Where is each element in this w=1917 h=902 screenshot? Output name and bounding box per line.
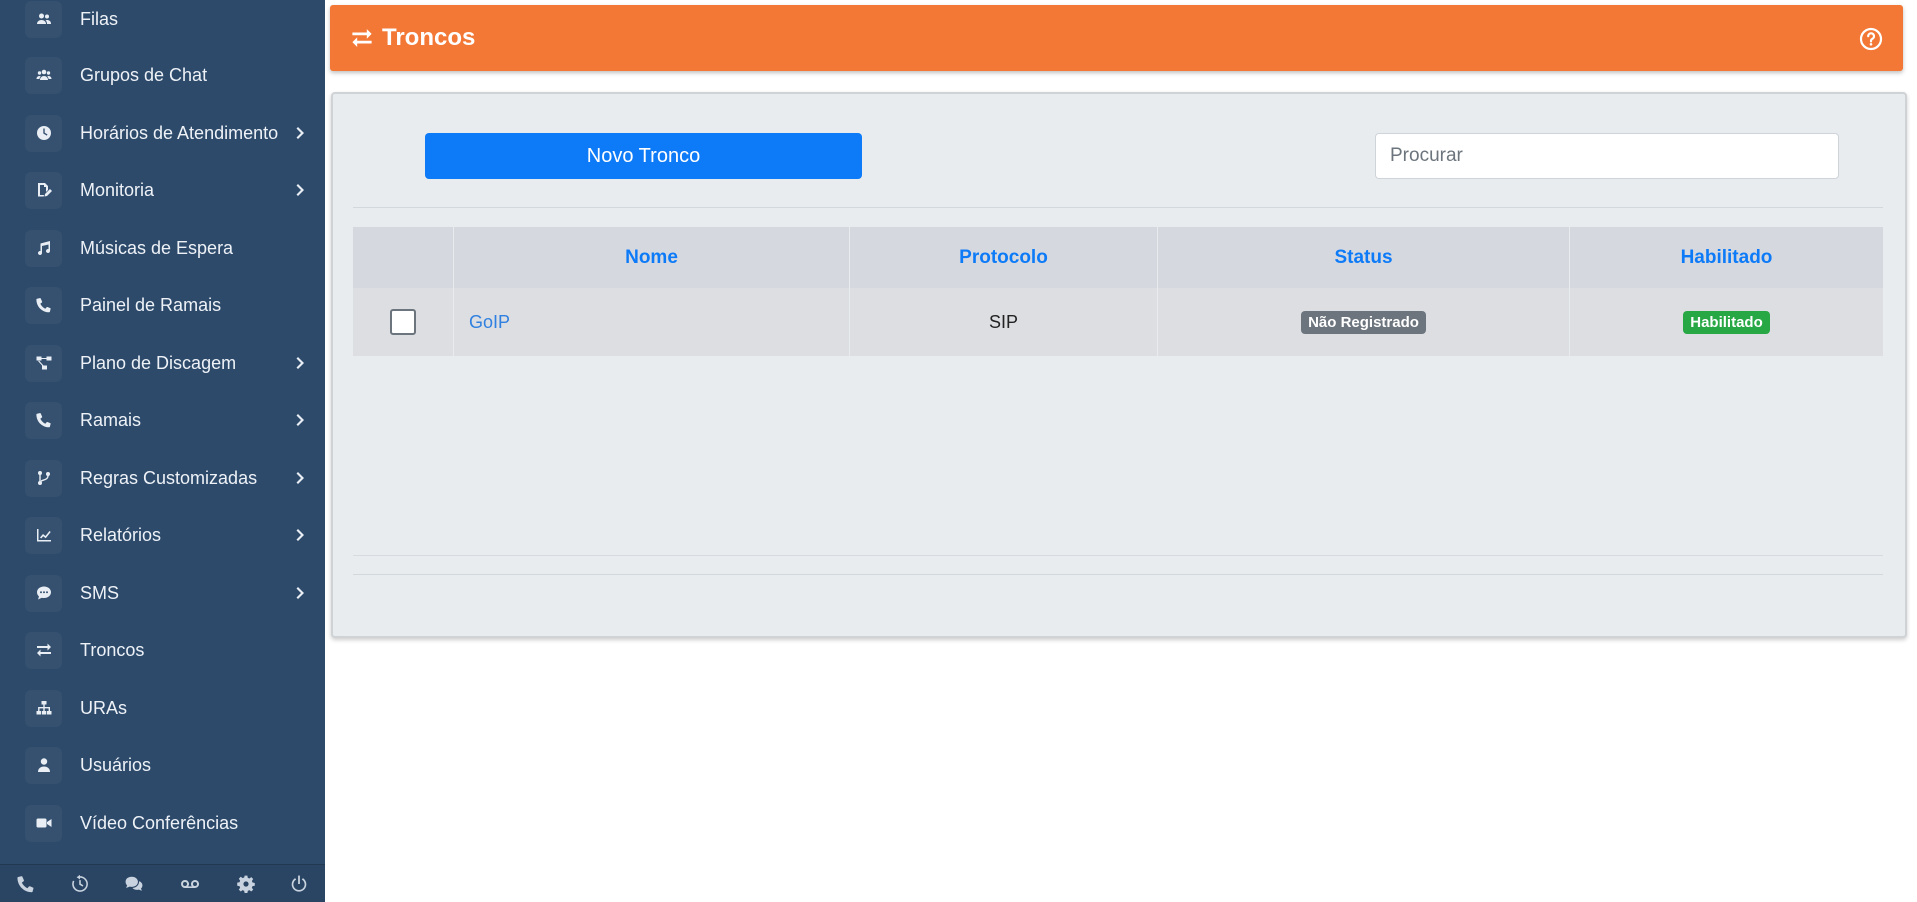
row-select-cell [353,288,454,356]
sidebar-item-label: Músicas de Espera [80,237,234,258]
sidebar: Filas Grupos de Chat Horários de Atendim… [0,0,325,902]
sidebar-item-regras[interactable]: Regras Customizadas [0,453,325,503]
column-header-select [353,227,454,288]
sidebar-item-plano-discagem[interactable]: Plano de Discagem [0,338,325,388]
exchange-icon [25,631,62,669]
sidebar-item-horarios[interactable]: Horários de Atendimento [0,108,325,158]
sidebar-item-label: Filas [80,8,119,29]
chevron-right-icon [296,126,306,140]
project-diagram-icon [25,344,62,382]
sidebar-item-relatorios[interactable]: Relatórios [0,510,325,560]
clock-icon [25,114,62,152]
table-row[interactable]: GoIP SIP Não Registrado Habilitado [353,288,1883,356]
power-icon[interactable] [288,873,310,895]
sidebar-item-label: Painel de Ramais [80,294,222,315]
sidebar-item-label: Monitoria [80,179,155,200]
comments-icon[interactable] [123,873,145,895]
column-header-status[interactable]: Status [1157,227,1570,288]
sidebar-item-musicas[interactable]: Músicas de Espera [0,223,325,273]
protocolo-cell: SIP [849,288,1158,356]
column-header-habilitado[interactable]: Habilitado [1569,227,1883,288]
sidebar-item-label: Regras Customizadas [80,467,258,488]
sidebar-item-filas[interactable]: Filas [0,0,325,44]
chart-line-icon [25,516,62,554]
sidebar-item-grupos-de-chat[interactable]: Grupos de Chat [0,50,325,100]
main-panel: Novo Tronco Nome Protocolo Status Habili… [331,92,1907,638]
divider [353,555,1883,556]
trunks-table: Nome Protocolo Status Habilitado GoIP SI… [353,227,1883,356]
sidebar-item-video[interactable]: Vídeo Conferências [0,798,325,848]
user-icon [25,746,62,784]
chevron-right-icon [296,586,306,600]
gear-icon[interactable] [235,873,257,895]
sidebar-item-label: Vídeo Conferências [80,812,239,833]
sidebar-item-label: URAs [80,697,128,718]
phone-icon[interactable] [15,873,37,895]
sidebar-item-painel-ramais[interactable]: Painel de Ramais [0,280,325,330]
sidebar-item-monitoria[interactable]: Monitoria [0,165,325,215]
music-icon [25,229,62,267]
sidebar-item-label: Troncos [80,639,145,660]
code-branch-icon [25,459,62,497]
chevron-right-icon [296,183,306,197]
chevron-right-icon [296,528,306,542]
chevron-right-icon [296,413,306,427]
sidebar-bottom-bar [0,864,325,902]
trunk-name-link[interactable]: GoIP [469,312,510,332]
enabled-badge: Habilitado [1683,310,1770,334]
users-icon [25,0,62,38]
sidebar-item-label: Relatórios [80,524,162,545]
search-input[interactable] [1375,133,1839,179]
status-cell: Não Registrado [1157,288,1570,356]
divider [353,574,1883,575]
table-header-row: Nome Protocolo Status Habilitado [353,227,1883,288]
page-header: Troncos [330,5,1903,71]
sitemap-icon [25,689,62,727]
chevron-right-icon [296,356,306,370]
question-circle-icon[interactable] [1859,27,1883,51]
chevron-right-icon [296,471,306,485]
sidebar-item-troncos[interactable]: Troncos [0,625,325,675]
sidebar-item-label: Ramais [80,409,142,430]
nome-cell: GoIP [453,288,850,356]
sidebar-item-uras[interactable]: URAs [0,683,325,733]
column-header-nome[interactable]: Nome [453,227,850,288]
status-badge: Não Registrado [1301,310,1426,334]
user-group-icon [25,56,62,94]
phone-icon [25,286,62,324]
history-icon[interactable] [69,873,91,895]
sidebar-item-label: Horários de Atendimento [80,122,279,143]
divider [353,207,1883,208]
sidebar-item-usuarios[interactable]: Usuários [0,740,325,790]
file-signature-icon [25,171,62,209]
sidebar-item-label: SMS [80,582,120,603]
sidebar-item-sms[interactable]: SMS [0,568,325,618]
phone-icon [25,401,62,439]
habilitado-cell: Habilitado [1569,288,1883,356]
row-checkbox[interactable] [390,309,416,335]
sidebar-item-label: Grupos de Chat [80,64,208,85]
comment-dots-icon [25,574,62,612]
video-icon [25,804,62,842]
sidebar-item-label: Usuários [80,754,152,775]
new-trunk-button[interactable]: Novo Tronco [425,133,862,179]
column-header-protocolo[interactable]: Protocolo [849,227,1158,288]
sidebar-item-ramais[interactable]: Ramais [0,395,325,445]
sidebar-item-label: Plano de Discagem [80,352,237,373]
page-title: Troncos [382,24,476,51]
voicemail-icon[interactable] [179,873,201,895]
exchange-icon [350,27,374,49]
